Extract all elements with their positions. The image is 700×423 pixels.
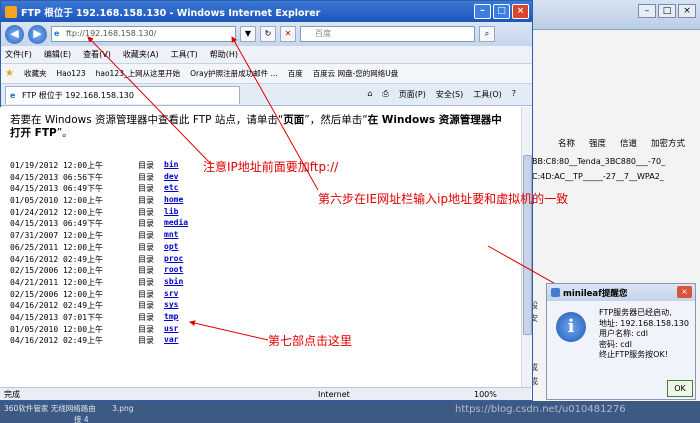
- ftp-started-dialog: minileaf提醒您 × i FTP服务器已经启动, 地址: 192.168.…: [546, 283, 696, 400]
- dialog-line: 密码: cdl: [599, 339, 632, 349]
- annotation-step7: 第七部点击这里: [268, 334, 353, 348]
- dialog-line: 终止FTP服务按OK!: [599, 350, 668, 359]
- arrow-ftp-prefix: [87, 36, 211, 164]
- annotation-step6: 第六步在IE网址栏输入ip地址要和虚拟机的一致: [318, 192, 569, 206]
- dialog-close-button[interactable]: ×: [677, 286, 692, 298]
- dialog-line: FTP服务器已经启动,: [599, 308, 672, 317]
- dialog-message: FTP服务器已经启动, 地址: 192.168.158.130 用户名称: cd…: [599, 308, 689, 361]
- watermark: https://blog.csdn.net/u010481276: [455, 404, 626, 415]
- dialog-line: 地址: 192.168.158.130: [599, 318, 689, 328]
- info-icon: i: [556, 312, 586, 342]
- dialog-line: 用户名称: cdl: [599, 329, 648, 338]
- dialog-title: minileaf提醒您: [547, 284, 695, 301]
- ok-button[interactable]: OK: [667, 380, 693, 397]
- arrow-tmp: [189, 320, 269, 341]
- annotation-ftp-prefix: 注意IP地址前面要加ftp://: [203, 160, 339, 174]
